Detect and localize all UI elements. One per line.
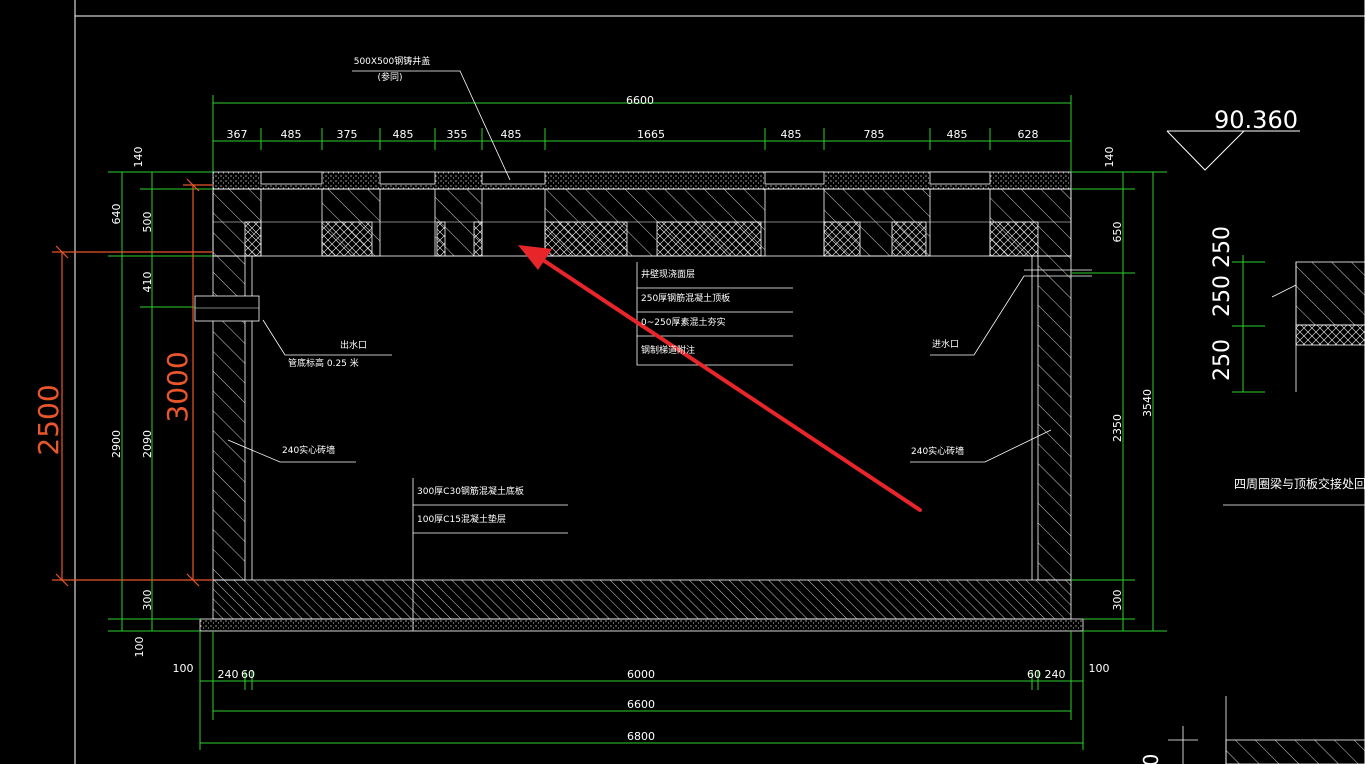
dim-bottom-60-right: 60 (1027, 668, 1041, 681)
dim-top-seg-6: 1665 (637, 128, 665, 141)
dim-left-2900: 2900 (110, 430, 123, 458)
label-base-layer-0: 300厚C30钢筋混凝土底板 (417, 485, 524, 497)
dim-right-140: 140 (1103, 147, 1116, 168)
label-outlet-left-sub: 管底标高 0.25 米 (288, 357, 359, 369)
label-base-layer-1: 100厚C15混凝土垫层 (417, 513, 506, 525)
dim-left-140: 140 (132, 147, 145, 168)
dim-top-seg-2: 375 (337, 128, 358, 141)
dim-left-100: 100 (133, 637, 146, 658)
dim-left-2090: 2090 (141, 430, 154, 458)
dim-bottom-100-right: 100 (1089, 662, 1110, 675)
dim-corner-0: 0 (1139, 754, 1163, 764)
label-wall-left: 240实心砖墙 (282, 444, 335, 456)
dim-right-2350: 2350 (1111, 414, 1124, 442)
dim-bottom-6600: 6600 (627, 698, 655, 711)
label-cover-note: 500X500钢铸井盖 (354, 55, 431, 67)
red-annotation-arrow (518, 245, 922, 512)
dim-bottom-6800: 6800 (627, 730, 655, 743)
label-wall-right: 240实心砖墙 (911, 445, 964, 457)
label-cover-note-sub: (参同) (377, 71, 402, 83)
dim-top-total: 6600 (626, 94, 654, 107)
label-floor-layer-1: 250厚钢筋混凝土顶板 (641, 292, 730, 304)
label-outlet-right: 进水口 (932, 338, 959, 350)
elevation-marker (1166, 130, 1300, 171)
dim-top-seg-9: 485 (947, 128, 968, 141)
label-floor-layer-0: 井壁现浇面层 (641, 268, 695, 280)
elevation-value: 90.360 (1214, 106, 1298, 134)
dim-detail-250b: 250 (1210, 226, 1235, 268)
side-detail-drawing (1168, 261, 1365, 764)
dim-bottom-60-left: 60 (241, 668, 255, 681)
drawing-frame (74, 0, 1365, 764)
dim-bottom-240-left: 240 (218, 668, 239, 681)
dim-left-500: 500 (141, 212, 154, 233)
dim-top-seg-7: 485 (781, 128, 802, 141)
dim-detail-250c: 250 (1210, 339, 1235, 381)
dim-left-300: 300 (141, 590, 154, 611)
dim-red-3000: 3000 (161, 351, 194, 422)
dim-red-2500: 2500 (32, 384, 65, 455)
label-floor-layer-3: 钢制梯道附注 (641, 344, 695, 356)
dim-bottom-100-left: 100 (173, 662, 194, 675)
dim-top-seg-4: 355 (447, 128, 468, 141)
dim-top-seg-3: 485 (393, 128, 414, 141)
dim-bottom-240-right: 240 (1045, 668, 1066, 681)
dim-left-410: 410 (141, 272, 154, 293)
label-floor-layer-2: 0~250厚素混土夯实 (641, 316, 725, 328)
dim-left-640: 640 (110, 204, 123, 225)
dim-top-seg-1: 485 (281, 128, 302, 141)
dim-top-seg-5: 485 (501, 128, 522, 141)
label-side-caption: 四周圈梁与顶板交接处回填土 (1234, 476, 1365, 491)
dim-top-seg-10: 628 (1018, 128, 1039, 141)
dim-top-seg-0: 367 (227, 128, 248, 141)
label-outlet-left: 出水口 (340, 339, 367, 351)
cad-drawing-canvas: 6600 367 485 375 485 355 485 1665 485 78… (32, 0, 1365, 764)
dim-detail-250a: 250 (1210, 275, 1235, 317)
dim-right-300: 300 (1111, 590, 1124, 611)
roof-beams (212, 188, 1072, 257)
dim-bottom-6000: 6000 (627, 668, 655, 681)
dim-right-650: 650 (1111, 222, 1124, 243)
dim-right-3540: 3540 (1141, 389, 1154, 417)
well-section (194, 171, 1092, 632)
leader-lines (227, 70, 1365, 631)
dim-top-seg-8: 785 (864, 128, 885, 141)
